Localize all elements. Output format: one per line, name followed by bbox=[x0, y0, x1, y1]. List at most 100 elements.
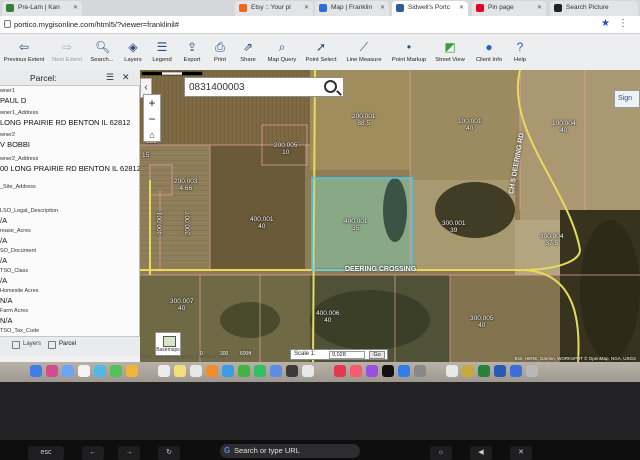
numbers-icon[interactable] bbox=[238, 365, 250, 377]
map-query-button[interactable]: ⌕ Map Query bbox=[264, 40, 300, 63]
safari-icon[interactable] bbox=[62, 365, 74, 377]
parcel-label[interactable]: 100.004 40 bbox=[552, 120, 576, 134]
news-icon[interactable] bbox=[334, 365, 346, 377]
tab-label: Pre-Lam | Kan bbox=[18, 4, 60, 11]
forward-key-icon[interactable]: → bbox=[118, 446, 140, 460]
tab-label: Etsy :: Your pl bbox=[251, 4, 291, 11]
street-view-button[interactable]: ◩ Street View bbox=[432, 40, 468, 63]
parcel-label[interactable]: 300.001 39 bbox=[442, 220, 466, 234]
search-icon[interactable] bbox=[324, 80, 337, 93]
parcel-label[interactable]: 400.001 35 bbox=[344, 218, 368, 232]
back-key-icon[interactable]: ← bbox=[82, 446, 104, 460]
calendar-icon[interactable] bbox=[158, 365, 170, 377]
basemaps-button[interactable]: Basemaps bbox=[155, 332, 181, 356]
game-icon[interactable] bbox=[462, 365, 474, 377]
browser-menu-icon[interactable]: ⋮ bbox=[618, 18, 628, 29]
tool-label: Export bbox=[183, 57, 201, 63]
help-button[interactable]: ? Help bbox=[508, 40, 532, 63]
close-tab-icon[interactable]: ✕ bbox=[380, 4, 385, 11]
browser-tab[interactable]: Pin page ✕ bbox=[472, 1, 546, 16]
close-tab-icon[interactable]: ✕ bbox=[73, 4, 78, 11]
touchbar-search[interactable]: G Search or type URL bbox=[220, 444, 360, 458]
next-extent-button[interactable]: ⇨ Next Extent bbox=[48, 40, 86, 63]
layers-button[interactable]: ◈ Layers bbox=[120, 40, 146, 63]
tv-icon[interactable] bbox=[382, 365, 394, 377]
line-measure-button[interactable]: ⟋ Line Measure bbox=[344, 40, 384, 63]
browser-tab[interactable]: Pre-Lam | Kan ✕ bbox=[2, 1, 82, 16]
sign-in-button[interactable]: Sign bbox=[614, 90, 640, 108]
pages-icon[interactable] bbox=[206, 365, 218, 377]
point-select-button[interactable]: ➚ Point Select bbox=[302, 40, 340, 63]
app-store-icon[interactable] bbox=[398, 365, 410, 377]
parcel-label[interactable]: 400.001 40 bbox=[250, 216, 274, 230]
zoom-out-button[interactable]: − bbox=[144, 111, 160, 127]
downloads-icon[interactable] bbox=[510, 365, 522, 377]
settings-icon[interactable] bbox=[414, 365, 426, 377]
legend-button[interactable]: ☰ Legend bbox=[148, 40, 176, 63]
excel-icon[interactable] bbox=[478, 365, 490, 377]
keynote-icon[interactable] bbox=[222, 365, 234, 377]
terms-footer[interactable]: Terms, Map Service Notice & Terms of use bbox=[140, 354, 225, 359]
scale-go-button[interactable]: Go bbox=[369, 351, 385, 359]
parcel-label[interactable]: 200.005 10 bbox=[274, 142, 298, 156]
finder-icon[interactable] bbox=[30, 365, 42, 377]
word-icon[interactable] bbox=[494, 365, 506, 377]
facetime-icon[interactable] bbox=[254, 365, 266, 377]
messages-icon[interactable] bbox=[110, 365, 122, 377]
menu-icon[interactable]: ☰ bbox=[106, 72, 114, 83]
share-button[interactable]: ⇗ Share bbox=[236, 40, 260, 63]
bookmark-star-icon[interactable]: ★ bbox=[601, 18, 610, 29]
url-text[interactable]: portico.mygisonline.com/html5/?viewer=fr… bbox=[14, 20, 179, 29]
close-tab-icon[interactable]: ✕ bbox=[304, 4, 309, 11]
tab-parcel[interactable]: Parcel bbox=[48, 341, 76, 349]
site-info-icon[interactable] bbox=[4, 20, 11, 28]
export-icon: ⇪ bbox=[186, 40, 198, 54]
parcel-label[interactable]: 200.001 88.5 bbox=[352, 113, 376, 127]
launchpad-icon[interactable] bbox=[46, 365, 58, 377]
podcasts-icon[interactable] bbox=[366, 365, 378, 377]
esc-key[interactable]: esc bbox=[28, 446, 64, 460]
export-button[interactable]: ⇪ Export bbox=[178, 40, 206, 63]
reminders-icon[interactable] bbox=[190, 365, 202, 377]
tab-layers[interactable]: Layers bbox=[12, 341, 41, 349]
photos-icon[interactable] bbox=[126, 365, 138, 377]
parcel-label[interactable]: 400.006 40 bbox=[316, 310, 340, 324]
scale-input[interactable]: 9,028 bbox=[329, 351, 365, 359]
parcel-label[interactable]: 300.004 37.5 bbox=[540, 233, 564, 247]
address-bar[interactable]: portico.mygisonline.com/html5/?viewer=fr… bbox=[0, 16, 640, 34]
parcel-label[interactable]: 300.007 40 bbox=[170, 298, 194, 312]
browser-tab-active[interactable]: Sidwell's Portc ✕ bbox=[392, 1, 468, 16]
parcel-acres: 4.66 bbox=[179, 185, 193, 192]
print-button[interactable]: ⎙ Print bbox=[208, 40, 232, 63]
brightness-key-icon[interactable]: ☼ bbox=[430, 446, 452, 460]
notes-icon[interactable] bbox=[174, 365, 186, 377]
chrome-icon[interactable] bbox=[78, 365, 90, 377]
contacts-icon[interactable] bbox=[270, 365, 282, 377]
parcel-label[interactable]: 300.005 40 bbox=[470, 315, 494, 329]
maps-icon[interactable] bbox=[302, 365, 314, 377]
volume-key-icon[interactable]: ◀ bbox=[470, 446, 492, 460]
close-tab-icon[interactable]: ✕ bbox=[459, 4, 464, 11]
point-markup-button[interactable]: • Point Markup bbox=[388, 40, 430, 63]
browser-tab[interactable]: Search Picture bbox=[550, 1, 638, 16]
preview-icon[interactable] bbox=[446, 365, 458, 377]
map-view[interactable]: 200.001 88.5 100.001 40 100.004 40 200.005 1… bbox=[140, 70, 640, 362]
browser-tab[interactable]: Etsy :: Your pl ✕ bbox=[235, 1, 313, 16]
search-tool-button[interactable]: 🔍︎ Search... bbox=[88, 40, 116, 63]
trash-icon[interactable] bbox=[526, 365, 538, 377]
zoom-in-button[interactable]: + bbox=[144, 95, 160, 111]
home-extent-icon[interactable]: ⌂ bbox=[144, 127, 160, 143]
reload-key-icon[interactable]: ↻ bbox=[158, 446, 180, 460]
music-icon[interactable] bbox=[350, 365, 362, 377]
close-icon[interactable]: ✕ bbox=[122, 72, 130, 83]
mute-key-icon[interactable]: ✕ bbox=[510, 446, 532, 460]
parcel-label[interactable]: 200.003 4.66 bbox=[174, 178, 198, 192]
previous-extent-button[interactable]: ⇦ Previous Extent bbox=[2, 40, 46, 63]
stocks-icon[interactable] bbox=[286, 365, 298, 377]
mail-icon[interactable] bbox=[94, 365, 106, 377]
client-info-button[interactable]: ● Client Info bbox=[472, 40, 506, 63]
tool-label: Client Info bbox=[475, 57, 503, 63]
parcel-label[interactable]: 100.001 40 bbox=[458, 118, 482, 132]
close-tab-icon[interactable]: ✕ bbox=[537, 4, 542, 11]
browser-tab[interactable]: Map | Franklin ✕ bbox=[315, 1, 389, 16]
